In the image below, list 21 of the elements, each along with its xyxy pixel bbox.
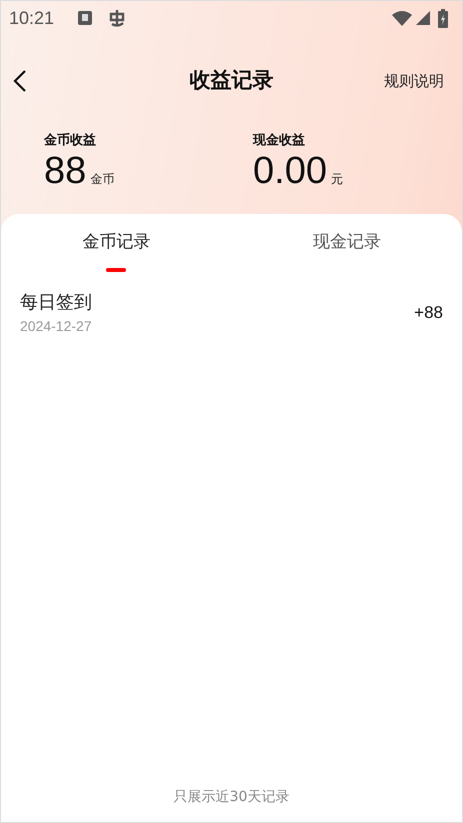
tab[interactable]: 金币记录 (1, 214, 232, 272)
app-notification-icon (78, 11, 92, 25)
status-time: 10:21 (9, 6, 54, 30)
record-title: 每日签到 (20, 290, 92, 314)
footer-note: 只展示近30天记录 (174, 789, 290, 805)
signal-icon (416, 11, 430, 25)
bug-icon (108, 8, 126, 28)
summary-value: 0.00 (253, 150, 327, 192)
rules-link[interactable]: 规则说明 (384, 70, 444, 92)
summary-value: 88 (44, 150, 86, 192)
record-amount: +88 (414, 302, 443, 324)
wifi-icon (392, 10, 412, 26)
record-date: 2024-12-27 (20, 316, 92, 336)
battery-icon (438, 8, 448, 28)
page-title: 收益记录 (190, 68, 274, 92)
summary-label: 现金收益 (253, 132, 305, 150)
back-icon[interactable] (13, 70, 27, 92)
tab[interactable]: 现金记录 (232, 214, 462, 272)
summary-unit: 元 (330, 172, 343, 186)
summary-unit: 金币 (90, 172, 114, 186)
summary-label: 金币收益 (44, 132, 96, 150)
